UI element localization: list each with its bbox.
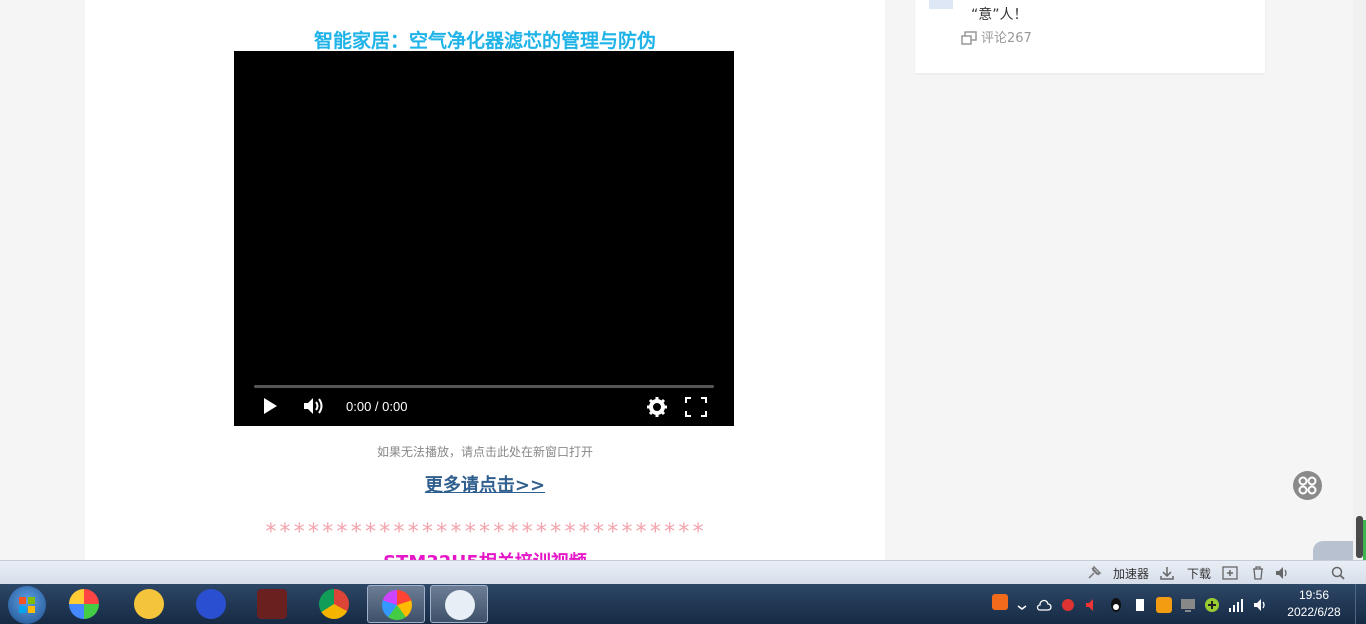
tray-expand-icon[interactable] <box>1016 593 1032 610</box>
play-icon[interactable] <box>262 397 278 419</box>
face-app-icon <box>134 589 164 619</box>
start-button[interactable] <box>8 586 46 624</box>
rank-badge: 10 <box>929 0 953 9</box>
usb-icon[interactable] <box>1132 597 1148 613</box>
browser-icon <box>382 590 412 620</box>
taskbar-app-3[interactable] <box>182 585 240 623</box>
video-time: 0:00 / 0:00 <box>346 399 408 414</box>
speaker-icon[interactable] <box>1252 597 1268 613</box>
taskbar-app-browser[interactable] <box>367 585 425 623</box>
taskbar-app-4[interactable] <box>243 585 301 623</box>
comment-count[interactable]: 评论267 <box>961 27 1032 46</box>
comment-icon <box>961 31 977 45</box>
download-button[interactable]: 下载 <box>1187 565 1211 582</box>
sogou-icon[interactable] <box>992 594 1008 610</box>
star-divider: ******************************* <box>264 520 706 545</box>
plus-app-icon[interactable] <box>1204 597 1220 613</box>
system-clock[interactable]: 19:56 2022/6/28 <box>1280 587 1348 621</box>
sound-icon[interactable] <box>1274 565 1290 581</box>
volume-muted-icon[interactable] <box>1084 597 1100 613</box>
taskbar-app-chrome[interactable] <box>305 585 363 623</box>
qq-icon[interactable] <box>1108 597 1124 613</box>
browser-viewport: 智能家居：空气净化器滤芯的管理与防伪 0:00 / 0:00 如果无法播放，请点… <box>0 0 1366 560</box>
more-link[interactable]: 更多请点击>> <box>85 471 885 497</box>
network-tool-icon[interactable] <box>1060 597 1076 613</box>
taskbar-app-qq[interactable] <box>430 585 488 623</box>
clock-date: 2022/6/28 <box>1287 605 1341 619</box>
download-icon[interactable] <box>1159 565 1175 581</box>
trash-icon[interactable] <box>1250 565 1266 581</box>
gear-icon[interactable] <box>647 397 667 421</box>
video-player[interactable]: 0:00 / 0:00 <box>234 51 734 426</box>
article-content: 智能家居：空气净化器滤芯的管理与防伪 0:00 / 0:00 如果无法播放，请点… <box>85 0 885 560</box>
windows-taskbar: 19:56 2022/6/28 <box>0 584 1366 624</box>
show-desktop-button[interactable] <box>1355 584 1366 624</box>
fullscreen-icon[interactable] <box>685 397 707 421</box>
display-icon[interactable] <box>1180 597 1196 613</box>
photo-app-icon <box>257 589 287 619</box>
scrollbar[interactable] <box>1353 0 1366 560</box>
section-heading: STM32H5相关培训视频 <box>85 548 885 560</box>
float-widget[interactable] <box>1313 541 1353 560</box>
scrollbar-thumb[interactable] <box>1356 516 1363 558</box>
colorful-app-icon <box>69 589 99 619</box>
pin-icon[interactable] <box>1086 565 1102 581</box>
taskbar-app-2[interactable] <box>120 585 178 623</box>
grid-icon <box>1298 476 1317 495</box>
sidebar-card: 10 “意”人！ 评论267 <box>915 0 1265 73</box>
new-window-icon[interactable] <box>1222 565 1238 581</box>
clock-time: 19:56 <box>1298 588 1330 602</box>
browser-statusbar: 加速器 下载 <box>0 560 1366 584</box>
video-title: 智能家居：空气净化器滤芯的管理与防伪 <box>313 30 656 52</box>
video-progress-bar[interactable] <box>254 385 714 388</box>
signal-icon[interactable] <box>1228 597 1244 613</box>
video-controls: 0:00 / 0:00 <box>234 391 734 423</box>
fs-app-icon <box>196 589 226 619</box>
chrome-icon <box>319 589 349 619</box>
windows-logo-icon <box>19 597 35 613</box>
avatar-app-icon <box>445 590 475 620</box>
fallback-link[interactable]: 如果无法播放，请点击此处在新窗口打开 <box>85 443 885 460</box>
taskbar-app-1[interactable] <box>55 585 113 623</box>
sidebar-item-title[interactable]: “意”人！ <box>971 4 1028 24</box>
float-menu-button[interactable] <box>1293 471 1322 500</box>
zoom-icon[interactable] <box>1330 565 1346 581</box>
orange-app-icon[interactable] <box>1156 597 1172 613</box>
volume-icon[interactable] <box>303 397 325 419</box>
accelerator-button[interactable]: 加速器 <box>1113 565 1149 582</box>
cloud-icon[interactable] <box>1036 597 1052 613</box>
